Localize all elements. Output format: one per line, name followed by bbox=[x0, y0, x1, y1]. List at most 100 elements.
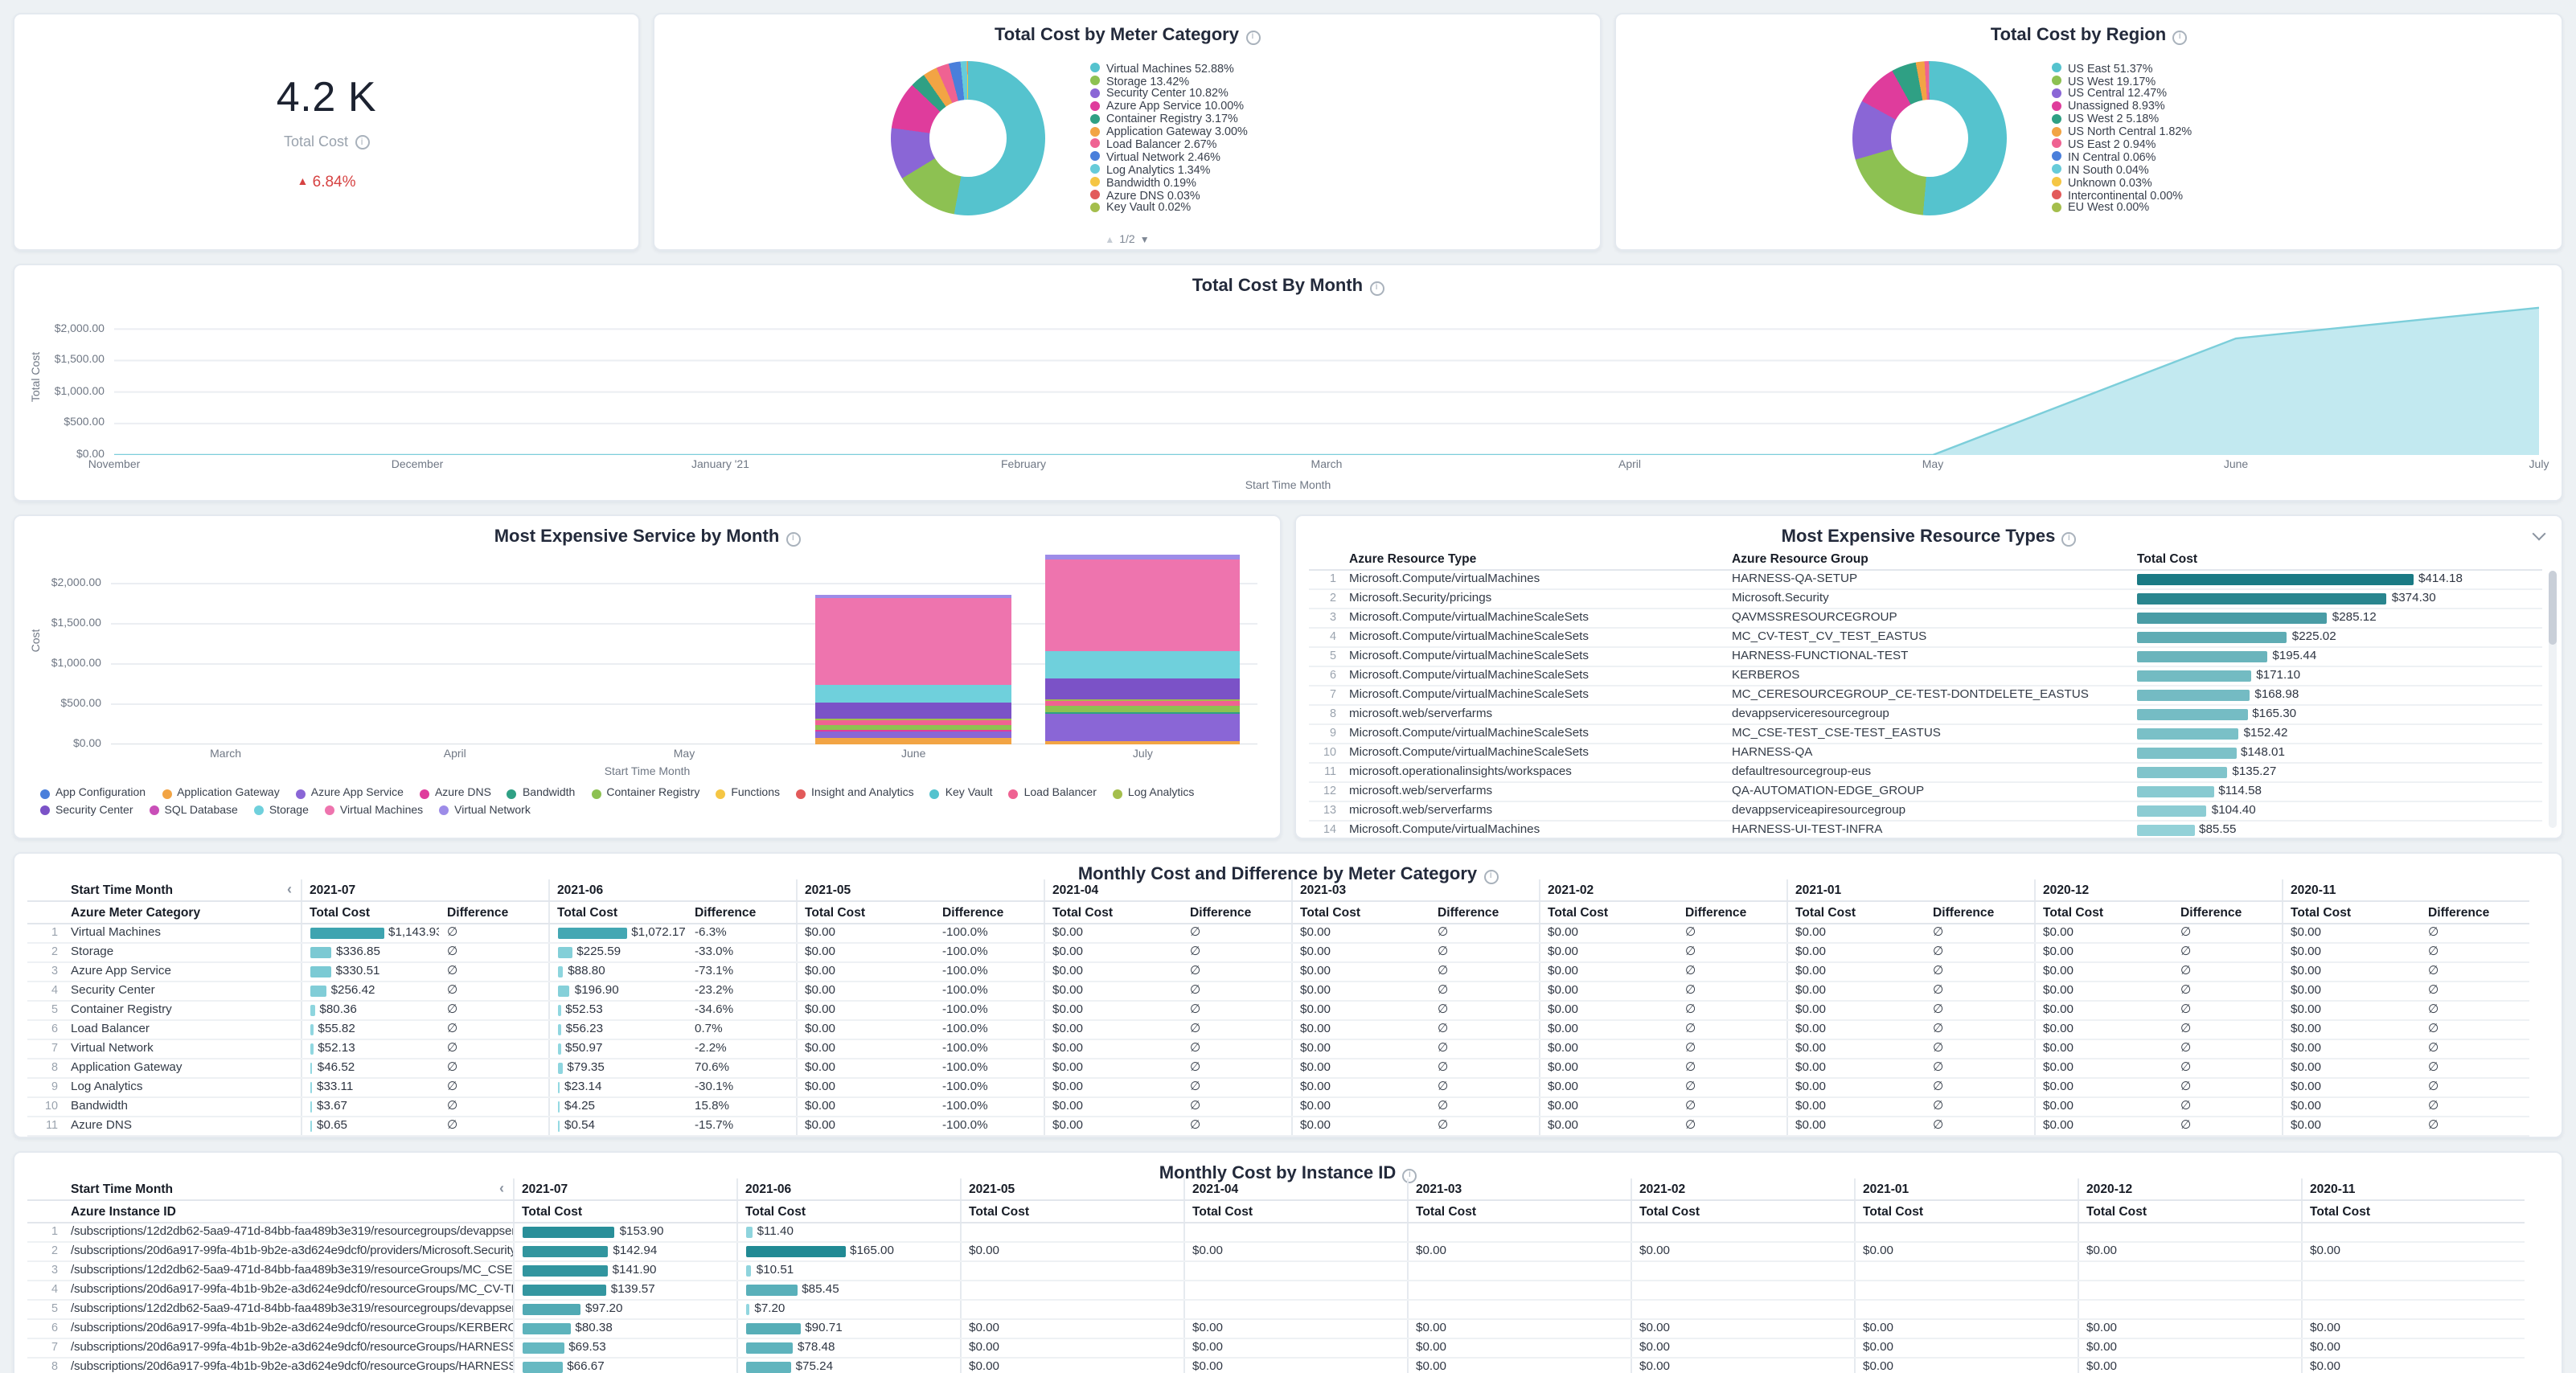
measure-header[interactable]: Total Cost bbox=[1407, 1200, 1631, 1223]
column-header[interactable]: Azure Resource Group bbox=[1724, 548, 2129, 570]
info-icon[interactable] bbox=[355, 136, 369, 150]
month-header[interactable]: 2021-07 bbox=[513, 1178, 736, 1200]
measure-header[interactable]: Total Cost bbox=[1786, 901, 1925, 924]
legend-item[interactable]: Application Gateway bbox=[162, 788, 280, 799]
legend-item[interactable]: IN Central 0.06% bbox=[2052, 150, 2325, 163]
measure-header[interactable]: Total Cost bbox=[2034, 901, 2172, 924]
measure-header[interactable]: Total Cost bbox=[1631, 1200, 1854, 1223]
month-header[interactable]: 2021-02 bbox=[1539, 879, 1786, 901]
legend-item[interactable]: US East 51.37% bbox=[2052, 61, 2325, 74]
row-dimension-header[interactable]: Start Time Month‹ bbox=[63, 879, 301, 901]
month-header[interactable]: 2021-05 bbox=[796, 879, 1044, 901]
measure-header[interactable]: Difference bbox=[2172, 901, 2282, 924]
info-icon[interactable] bbox=[786, 531, 800, 546]
row-dimension-label[interactable]: Azure Meter Category bbox=[63, 901, 301, 924]
month-header[interactable]: 2021-03 bbox=[1407, 1178, 1631, 1200]
legend-item[interactable]: IN South 0.04% bbox=[2052, 163, 2325, 176]
meter-category-donut-chart[interactable] bbox=[891, 60, 1045, 215]
legend-item[interactable]: Virtual Network bbox=[439, 805, 531, 816]
legend-item[interactable]: App Configuration bbox=[40, 788, 146, 799]
legend-item[interactable]: SQL Database bbox=[150, 805, 238, 816]
month-header[interactable]: 2021-01 bbox=[1786, 879, 2034, 901]
measure-header[interactable]: Total Cost bbox=[796, 901, 934, 924]
region-donut-chart[interactable] bbox=[1852, 60, 2007, 215]
legend-item[interactable]: Azure App Service 10.00% bbox=[1090, 100, 1364, 113]
info-icon[interactable] bbox=[2061, 531, 2076, 546]
legend-item[interactable]: Azure DNS bbox=[420, 788, 491, 799]
measure-header[interactable]: Total Cost bbox=[1183, 1200, 1407, 1223]
legend-item[interactable]: Virtual Machines 52.88% bbox=[1090, 61, 1364, 74]
legend-item[interactable]: EU West 0.00% bbox=[2052, 201, 2325, 214]
stacked-bar-july[interactable] bbox=[1045, 555, 1240, 744]
month-header[interactable]: 2021-01 bbox=[1854, 1178, 2078, 1200]
legend-item[interactable]: Virtual Machines bbox=[325, 805, 423, 816]
row-dimension-header[interactable]: Start Time Month‹ bbox=[63, 1178, 513, 1200]
legend-item[interactable]: US Central 12.47% bbox=[2052, 87, 2325, 100]
legend-item[interactable]: Intercontinental 0.00% bbox=[2052, 188, 2325, 201]
measure-header[interactable]: Total Cost bbox=[1539, 901, 1677, 924]
measure-header[interactable]: Difference bbox=[1430, 901, 1539, 924]
legend-item[interactable]: Load Balancer 2.67% bbox=[1090, 137, 1364, 150]
month-header[interactable]: 2020-12 bbox=[2034, 879, 2282, 901]
legend-item[interactable]: Virtual Network 2.46% bbox=[1090, 150, 1364, 163]
legend-item[interactable]: Container Registry bbox=[591, 788, 699, 799]
legend-item[interactable]: US West 19.17% bbox=[2052, 74, 2325, 87]
legend-item[interactable]: Load Balancer bbox=[1009, 788, 1097, 799]
legend-item[interactable]: Bandwidth bbox=[507, 788, 575, 799]
measure-header[interactable]: Total Cost bbox=[1854, 1200, 2078, 1223]
collapse-columns-icon[interactable]: ‹ bbox=[499, 1182, 504, 1195]
measure-header[interactable]: Difference bbox=[687, 901, 796, 924]
measure-header[interactable]: Difference bbox=[1925, 901, 2034, 924]
legend-item[interactable]: Insight and Analytics bbox=[796, 788, 914, 799]
legend-item[interactable]: US East 2 0.94% bbox=[2052, 137, 2325, 150]
month-header[interactable]: 2020-11 bbox=[2282, 879, 2529, 901]
measure-header[interactable]: Total Cost bbox=[1044, 901, 1182, 924]
measure-header[interactable]: Difference bbox=[2420, 901, 2529, 924]
measure-header[interactable]: Difference bbox=[1182, 901, 1291, 924]
legend-item[interactable]: Storage bbox=[254, 805, 309, 816]
legend-item[interactable]: Security Center 10.82% bbox=[1090, 87, 1364, 100]
column-header[interactable]: Azure Resource Type bbox=[1341, 548, 1724, 570]
month-header[interactable]: 2020-11 bbox=[2301, 1178, 2525, 1200]
info-icon[interactable] bbox=[2172, 30, 2187, 44]
measure-header[interactable]: Total Cost bbox=[548, 901, 687, 924]
measure-header[interactable]: Total Cost bbox=[2282, 901, 2420, 924]
row-dimension-label[interactable]: Azure Instance ID bbox=[63, 1200, 513, 1223]
measure-header[interactable]: Total Cost bbox=[2078, 1200, 2301, 1223]
stacked-bar-june[interactable] bbox=[816, 594, 1011, 744]
month-header[interactable]: 2021-06 bbox=[548, 879, 796, 901]
info-icon[interactable] bbox=[1369, 281, 1384, 295]
column-header[interactable]: Total Cost bbox=[2129, 548, 2542, 570]
legend-item[interactable]: Azure DNS 0.03% bbox=[1090, 188, 1364, 201]
legend-page-down-icon[interactable]: ▼ bbox=[1140, 236, 1150, 246]
measure-header[interactable]: Difference bbox=[439, 901, 548, 924]
month-header[interactable]: 2021-05 bbox=[960, 1178, 1183, 1200]
legend-item[interactable]: Storage 13.42% bbox=[1090, 74, 1364, 87]
legend-item[interactable]: Log Analytics bbox=[1113, 788, 1195, 799]
measure-header[interactable]: Difference bbox=[1677, 901, 1786, 924]
legend-item[interactable]: Security Center bbox=[40, 805, 133, 816]
legend-item[interactable]: Azure App Service bbox=[296, 788, 404, 799]
legend-item[interactable]: Unknown 0.03% bbox=[2052, 175, 2325, 188]
area-chart[interactable] bbox=[114, 304, 2539, 455]
month-header[interactable]: 2021-04 bbox=[1183, 1178, 1407, 1200]
measure-header[interactable]: Total Cost bbox=[301, 901, 439, 924]
measure-header[interactable]: Total Cost bbox=[960, 1200, 1183, 1223]
scrollbar-thumb[interactable] bbox=[2549, 571, 2557, 645]
month-header[interactable]: 2020-12 bbox=[2078, 1178, 2301, 1200]
legend-item[interactable]: US West 2 5.18% bbox=[2052, 112, 2325, 125]
month-header[interactable]: 2021-03 bbox=[1291, 879, 1539, 901]
stacked-bar-chart[interactable] bbox=[111, 551, 1257, 744]
legend-item[interactable]: Application Gateway 3.00% bbox=[1090, 125, 1364, 137]
legend-item[interactable]: US North Central 1.82% bbox=[2052, 125, 2325, 137]
legend-item[interactable]: Key Vault bbox=[930, 788, 993, 799]
info-icon[interactable] bbox=[1245, 30, 1260, 44]
collapse-columns-icon[interactable]: ‹ bbox=[287, 883, 292, 896]
measure-header[interactable]: Total Cost bbox=[513, 1200, 736, 1223]
legend-item[interactable]: Log Analytics 1.34% bbox=[1090, 163, 1364, 176]
month-header[interactable]: 2021-02 bbox=[1631, 1178, 1854, 1200]
month-header[interactable]: 2021-06 bbox=[736, 1178, 960, 1200]
measure-header[interactable]: Total Cost bbox=[736, 1200, 960, 1223]
legend-item[interactable]: Key Vault 0.02% bbox=[1090, 201, 1364, 214]
legend-item[interactable]: Functions bbox=[716, 788, 780, 799]
